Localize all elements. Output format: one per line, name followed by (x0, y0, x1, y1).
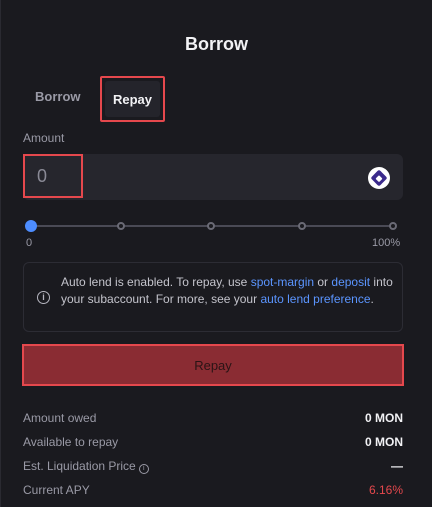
detail-label: Amount owed (23, 411, 97, 425)
slider-step-50[interactable] (207, 222, 215, 230)
detail-row-est-liquidation-price: Est. Liquidation Price i — (23, 459, 403, 477)
slider-step-100[interactable] (389, 222, 397, 230)
repay-button[interactable]: Repay (24, 346, 402, 384)
tab-repay-highlight[interactable]: Repay (100, 76, 165, 122)
amount-slider[interactable] (25, 220, 401, 232)
slider-step-25[interactable] (117, 222, 125, 230)
monad-token-icon[interactable] (368, 167, 390, 189)
info-icon[interactable]: i (138, 464, 149, 474)
slider-handle[interactable] (25, 220, 37, 232)
detail-row-available-to-repay: Available to repay 0 MON (23, 435, 403, 453)
detail-value: 0 MON (364, 435, 403, 449)
detail-label: Available to repay (23, 435, 119, 449)
detail-value: — (391, 459, 403, 473)
notice-text-part: . (370, 292, 374, 306)
panel-title: Borrow (185, 34, 248, 54)
detail-value: 6.16% (368, 483, 403, 497)
tab-repay[interactable]: Repay (105, 81, 160, 117)
detail-row-current-apy: Current APY 6.16% (23, 483, 403, 501)
detail-label: Est. Liquidation Price (23, 459, 136, 473)
notice-text-part: or (314, 275, 332, 289)
deposit-link[interactable]: deposit (331, 275, 370, 289)
spot-margin-link[interactable]: spot-margin (251, 275, 314, 289)
notice-text-part: Auto lend is enabled. To repay, use (61, 275, 251, 289)
auto-lend-preference-link[interactable]: auto lend preference (260, 292, 370, 306)
slider-max-label: 100% (372, 237, 401, 249)
slider-step-75[interactable] (298, 222, 306, 230)
slider-min-label: 0 (26, 237, 33, 249)
amount-label: Amount (23, 131, 65, 145)
detail-row-amount-owed: Amount owed 0 MON (23, 411, 403, 429)
info-icon: i (37, 291, 50, 304)
tab-borrow[interactable]: Borrow (35, 89, 81, 104)
amount-input-highlight (23, 154, 83, 198)
auto-lend-notice: i Auto lend is enabled. To repay, use sp… (23, 262, 403, 332)
detail-label: Current APY (23, 483, 90, 497)
notice-text: Auto lend is enabled. To repay, use spot… (61, 274, 397, 308)
detail-value: 0 MON (364, 411, 403, 425)
detail-label-wrap: Est. Liquidation Price i (23, 459, 149, 474)
borrow-panel: Borrow Borrow Repay Amount 0 100% i Auto… (0, 0, 432, 507)
